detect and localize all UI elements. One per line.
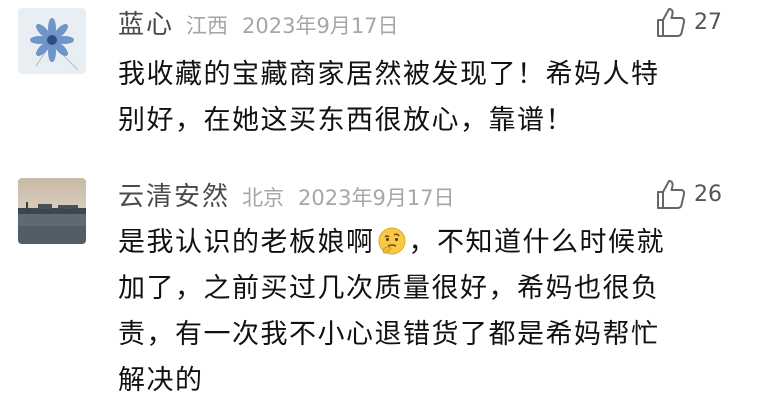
comment-meta: 云清安然 北京 2023年9月17日: [118, 176, 455, 213]
comment-item: 蓝心 江西 2023年9月17日 27 我收藏的宝藏商家居然被发现了！希妈人特 …: [0, 0, 769, 162]
username[interactable]: 云清安然: [118, 176, 230, 213]
comment-date: 2023年9月17日: [242, 14, 399, 38]
comment-meta: 蓝心 江西 2023年9月17日: [118, 4, 399, 41]
comment-date: 2023年9月17日: [298, 186, 455, 210]
like-button[interactable]: 26: [654, 176, 722, 212]
user-avatar[interactable]: [18, 178, 86, 244]
ip-location: 北京: [242, 186, 285, 210]
comment-line: 是我认识的老板娘啊 ，不知道什么时候就: [118, 220, 748, 266]
thinking-face-emoji-icon: [378, 227, 405, 255]
comment-line: 责，有一次我不小心退错货了都是希妈帮忙: [118, 319, 660, 350]
ip-location: 江西: [186, 14, 229, 38]
thumbs-up-icon: [657, 180, 686, 209]
comment-line: 解决的: [118, 365, 204, 396]
comment-line-part: 是我认识的老板娘啊: [118, 227, 375, 258]
comment-line: 别好，在她这买东西很放心，靠谱！: [118, 105, 574, 136]
comment-item: 云清安然 北京 2023年9月17日 26 是我认识的老板娘啊 ，不知道什么时候…: [0, 162, 769, 415]
comment-text: 是我认识的老板娘啊 ，不知道什么时候就 加了，之前买过几次质量很好，希妈也很负 …: [118, 220, 748, 404]
comment-line: 我收藏的宝藏商家居然被发现了！希妈人特: [118, 59, 660, 90]
blue-flower-avatar-icon: [18, 8, 86, 74]
username[interactable]: 蓝心: [118, 4, 174, 41]
like-count: 26: [694, 181, 722, 207]
comment-line: 加了，之前买过几次质量很好，希妈也很负: [118, 273, 660, 304]
like-count: 27: [694, 9, 722, 35]
harbor-photo-avatar-icon: [18, 178, 86, 244]
comment-text: 我收藏的宝藏商家居然被发现了！希妈人特 别好，在她这买东西很放心，靠谱！: [118, 52, 748, 144]
user-avatar[interactable]: [18, 8, 86, 74]
comment-line-part: ，不知道什么时候就: [408, 227, 665, 258]
thumbs-up-icon: [657, 8, 686, 37]
like-button[interactable]: 27: [654, 4, 722, 40]
